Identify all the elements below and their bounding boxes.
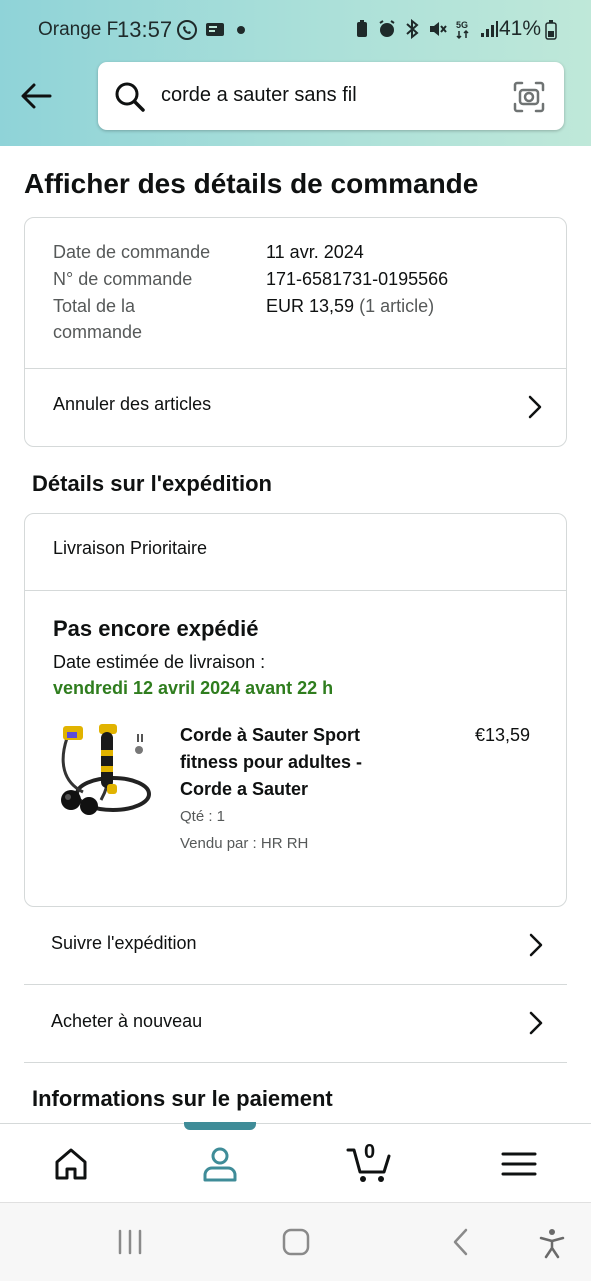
cart-count-badge: 0 (364, 1141, 376, 1163)
search-input[interactable]: corde a sauter sans fil (98, 62, 564, 130)
estimate-date: vendredi 12 avril 2024 avant 22 h (53, 678, 334, 698)
estimate-label: Date estimée de livraison : (53, 652, 266, 672)
product-title[interactable]: Corde à Sauter Sport fitness pour adulte… (180, 722, 410, 803)
battery-icon (545, 20, 557, 40)
active-tab-indicator (184, 1122, 256, 1130)
status-bar: Orange F 13:57 5G 41% (0, 0, 591, 60)
app-header: Orange F 13:57 5G 41% corde a sauter san… (0, 0, 591, 146)
divider (25, 590, 566, 591)
chevron-right-icon (528, 395, 542, 419)
message-icon (206, 23, 224, 36)
track-shipment-label: Suivre l'expédition (51, 933, 197, 953)
signal-icon (481, 21, 498, 37)
order-summary-card: Date de commande 11 avr. 2024 N° de comm… (24, 217, 567, 447)
cancel-items-label: Annuler des articles (53, 394, 212, 414)
product-title-line: Corde à Sauter Sport (180, 725, 361, 745)
buy-again-row[interactable]: Acheter à nouveau (24, 985, 567, 1063)
search-icon[interactable] (114, 81, 146, 113)
back-arrow-icon[interactable] (18, 80, 54, 112)
chevron-right-icon (529, 1011, 543, 1035)
order-total-amount: EUR 13,59 (266, 296, 355, 316)
dot-icon (237, 26, 245, 34)
cancel-items-row[interactable]: Annuler des articles (25, 369, 566, 446)
whatsapp-icon (177, 20, 197, 40)
recent-apps-icon[interactable] (116, 1227, 144, 1257)
battery-saver-icon (357, 20, 367, 37)
shipment-section-title: Détails sur l'expédition (32, 471, 272, 496)
jump-rope-product-image[interactable] (53, 722, 157, 826)
home-icon[interactable] (51, 1144, 91, 1184)
product-title-line: Corde a Sauter (180, 779, 309, 799)
account-icon[interactable] (200, 1144, 240, 1184)
5g-icon: 5G (456, 20, 469, 40)
order-date-value: 11 avr. 2024 (266, 242, 364, 262)
battery-percent: 41% (499, 17, 542, 40)
chevron-right-icon (529, 933, 543, 957)
order-number-label: N° de commande (53, 269, 193, 289)
camera-search-icon[interactable] (512, 80, 546, 114)
bottom-navigation: 0 (0, 1122, 591, 1202)
notification-icons (176, 19, 248, 41)
order-number-value: 171-6581731-0195566 (266, 269, 449, 289)
order-total-label-1: Total de la (53, 296, 136, 316)
product-title-line: fitness pour adultes - (180, 752, 363, 772)
payment-section-title: Informations sur le paiement (32, 1086, 333, 1111)
clock: 13:57 (117, 17, 173, 42)
mute-icon (430, 22, 447, 36)
menu-icon[interactable] (499, 1144, 539, 1184)
system-status-icons: 5G (354, 18, 499, 40)
order-total-value: EUR 13,59 (1 article) (266, 296, 434, 317)
system-navigation-bar (0, 1202, 591, 1281)
carrier-label: Orange F (38, 19, 119, 40)
bluetooth-icon (406, 19, 419, 39)
order-item-count: (1 article) (359, 296, 435, 316)
product-quantity: Qté : 1 (180, 808, 226, 825)
buy-again-label: Acheter à nouveau (51, 1011, 203, 1031)
track-shipment-row[interactable]: Suivre l'expédition (24, 907, 567, 985)
search-query[interactable]: corde a sauter sans fil (161, 84, 357, 107)
delivery-type: Livraison Prioritaire (53, 538, 208, 558)
divider (24, 1062, 567, 1063)
home-button-icon[interactable] (281, 1227, 311, 1257)
order-total-label-2: commande (53, 322, 143, 342)
svg-text:5G: 5G (456, 20, 468, 30)
page-title: Afficher des détails de commande (24, 168, 479, 199)
product-price: €13,59 (475, 725, 531, 745)
order-date-label: Date de commande (53, 242, 211, 262)
shipment-card: Livraison Prioritaire Pas encore expédié… (24, 513, 567, 907)
product-seller: Vendu par : HR RH (180, 835, 309, 852)
accessibility-icon[interactable] (538, 1227, 566, 1259)
system-back-icon[interactable] (450, 1227, 472, 1257)
alarm-icon (379, 20, 395, 37)
shipment-status: Pas encore expédié (53, 616, 259, 641)
